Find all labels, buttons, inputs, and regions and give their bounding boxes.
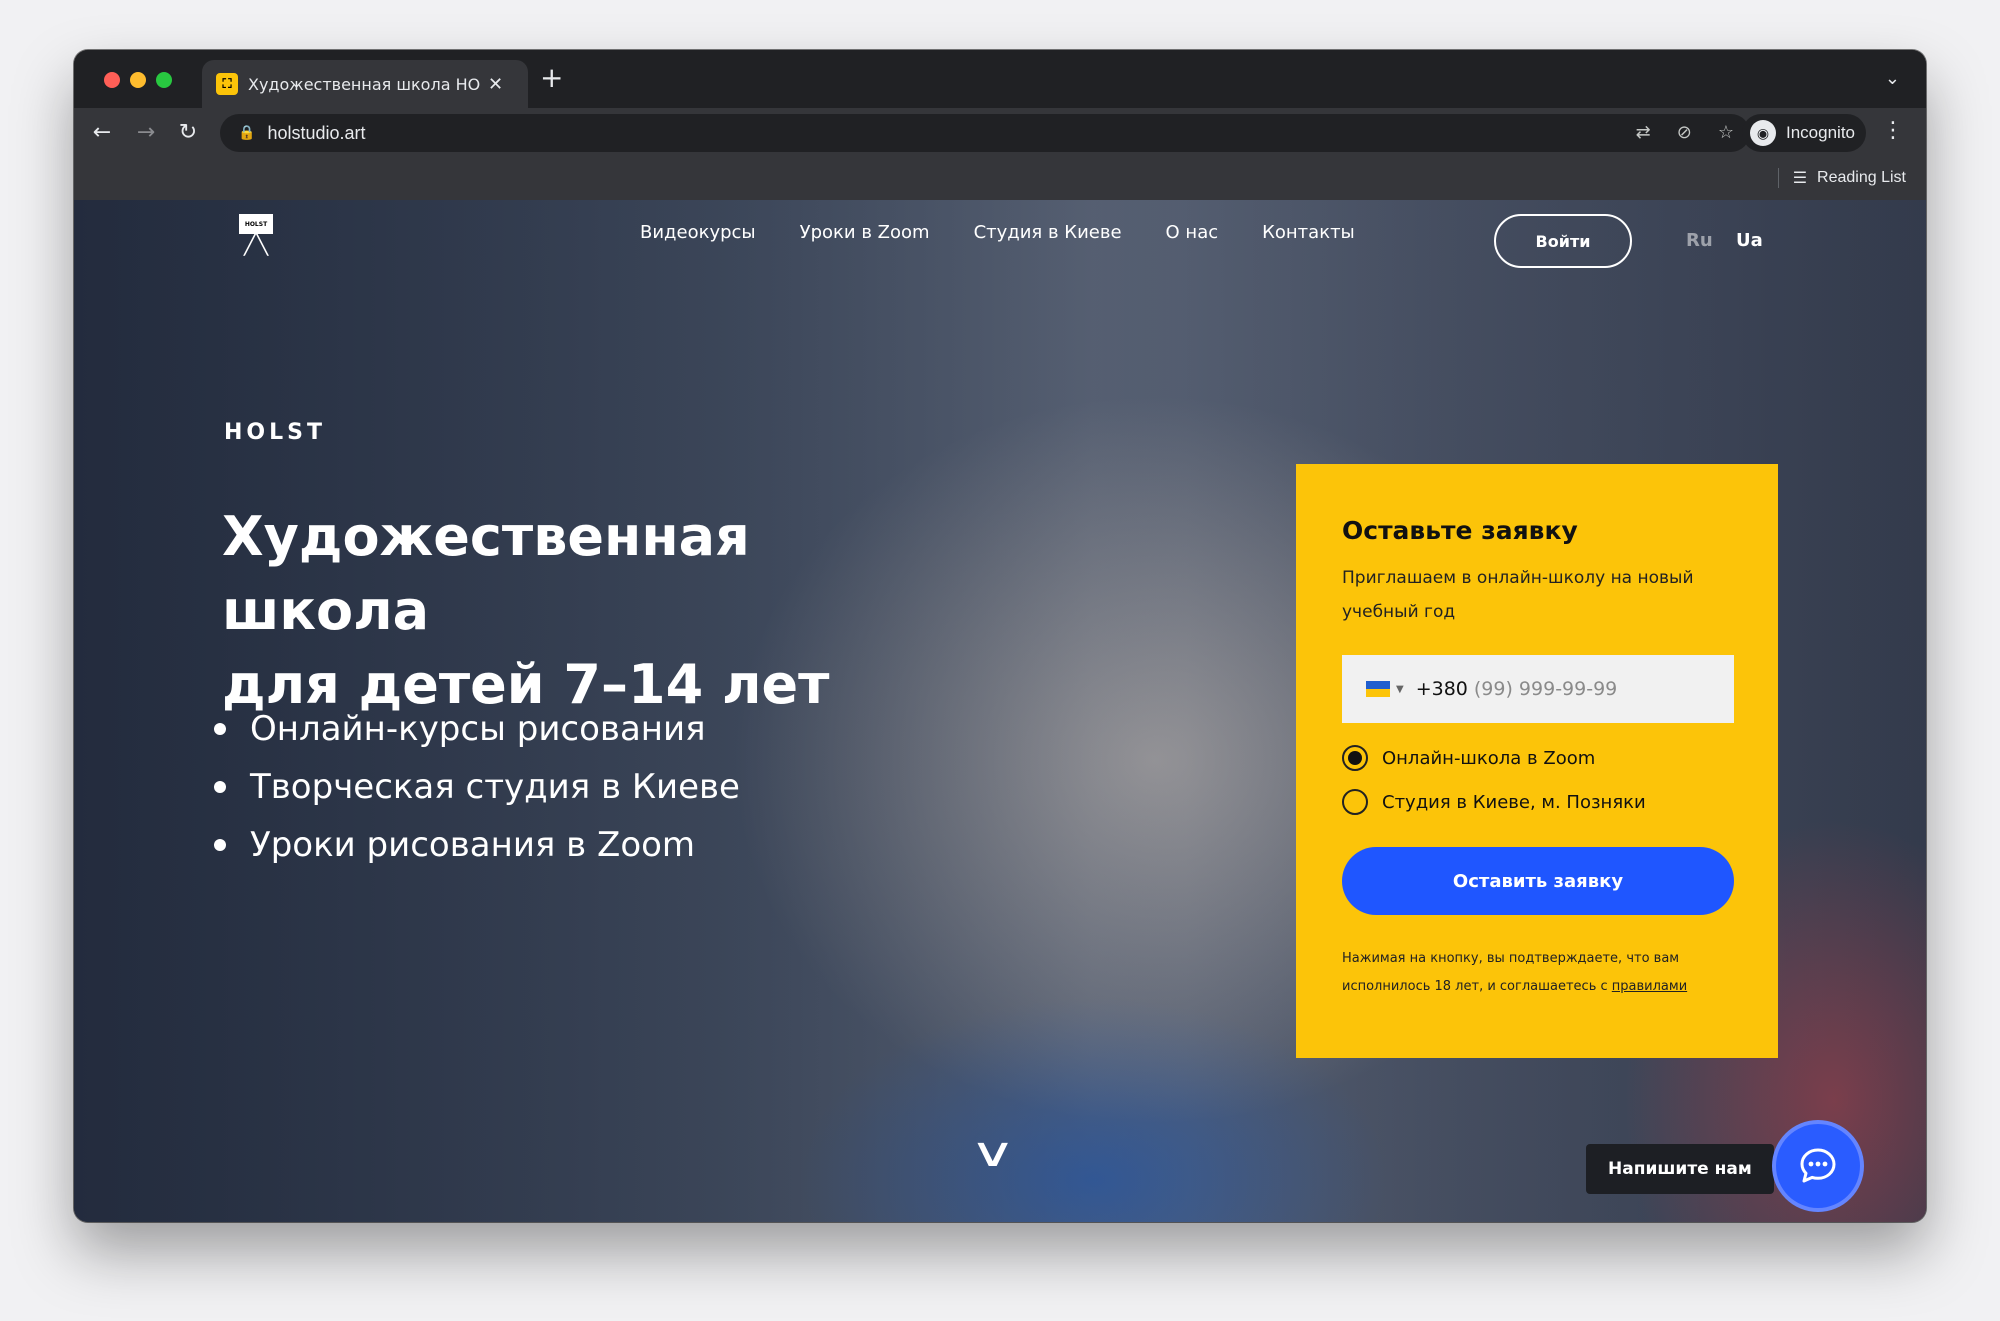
nav-contacts[interactable]: Контакты — [1262, 222, 1355, 243]
minimize-window-button[interactable] — [130, 72, 146, 88]
chat-button[interactable] — [1772, 1120, 1864, 1212]
reading-list-label: Reading List — [1817, 169, 1906, 186]
nav-zoom-lessons[interactable]: Уроки в Zoom — [800, 222, 930, 243]
incognito-icon: ◉ — [1750, 120, 1776, 146]
close-tab-icon[interactable]: ✕ — [488, 74, 503, 95]
incognito-label: Incognito — [1786, 123, 1855, 142]
logo-easel-board: HOLST — [239, 214, 273, 234]
feature-item: Онлайн-курсы рисования — [214, 700, 740, 758]
phone-country-code: +380 — [1415, 678, 1468, 700]
login-button[interactable]: Войти — [1494, 214, 1632, 268]
chevron-down-icon[interactable]: ∨ — [969, 1130, 1016, 1176]
easel-icon: ⛶ — [216, 73, 238, 95]
translate-icon[interactable]: ⇄ — [1636, 122, 1651, 143]
option-zoom-school[interactable]: Онлайн-школа в Zoom — [1342, 745, 1732, 771]
ukraine-flag-icon[interactable] — [1366, 681, 1390, 697]
easel-icon: ╱╲ — [243, 232, 269, 256]
browser-tab[interactable]: ⛶ Художественная школа HOLST ✕ — [202, 60, 528, 108]
more-menu-icon[interactable]: ⋮ — [1882, 118, 1904, 143]
lock-icon[interactable]: 🔒 — [238, 125, 255, 141]
eye-off-icon[interactable]: ⊘ — [1677, 122, 1692, 143]
url-text[interactable]: holstudio.art — [267, 123, 365, 144]
feature-text: Уроки рисования в Zoom — [250, 825, 696, 865]
site-nav: Видеокурсы Уроки в Zoom Студия в Киеве О… — [640, 222, 1355, 243]
nav-video-courses[interactable]: Видеокурсы — [640, 222, 756, 243]
feature-item: Уроки рисования в Zoom — [214, 816, 740, 874]
bullet-icon — [214, 723, 226, 735]
nav-about[interactable]: О нас — [1166, 222, 1219, 243]
back-icon[interactable]: ← — [88, 119, 116, 147]
omnibox-actions: ⇄ ⊘ ☆ — [1636, 122, 1734, 143]
maximize-window-button[interactable] — [156, 72, 172, 88]
chat-bubble-icon — [1800, 1148, 1836, 1183]
reading-list-button[interactable]: ☰ Reading List — [1777, 168, 1906, 188]
web-page: HOLST ╱╲ Видеокурсы Уроки в Zoom Студия … — [74, 200, 1926, 1222]
consent-text: Нажимая на кнопку, вы подтверждаете, что… — [1342, 945, 1742, 1001]
star-icon[interactable]: ☆ — [1718, 122, 1734, 143]
new-tab-icon[interactable]: + — [540, 64, 563, 92]
bullet-icon — [214, 781, 226, 793]
hero-title: Художественная школа для детей 7–14 лет — [222, 500, 942, 722]
phone-field[interactable]: ▼ +380 — [1342, 655, 1734, 723]
address-bar[interactable]: 🔒 holstudio.art ⇄ ⊘ ☆ — [220, 114, 1750, 152]
tab-strip: ⛶ Художественная школа HOLST ✕ + ⌄ — [74, 50, 1926, 108]
phone-input[interactable] — [1473, 678, 1674, 700]
feature-text: Онлайн-курсы рисования — [250, 709, 706, 749]
lang-ua-link[interactable]: Ua — [1736, 230, 1763, 251]
option-kyiv-studio[interactable]: Студия в Киеве, м. Позняки — [1342, 789, 1732, 815]
browser-toolbar: ← → ↻ 🔒 holstudio.art ⇄ ⊘ ☆ ◉ Incognito … — [74, 108, 1926, 158]
chat-tooltip[interactable]: Напишите нам — [1586, 1144, 1774, 1194]
radio-label[interactable]: Онлайн-школа в Zoom — [1382, 748, 1595, 769]
bookmarks-bar: ☰ Reading List — [74, 158, 1926, 200]
reading-list-icon: ☰ — [1792, 170, 1808, 187]
incognito-badge[interactable]: ◉ Incognito — [1742, 114, 1866, 152]
nav-kyiv-studio[interactable]: Студия в Киеве — [974, 222, 1122, 243]
feature-item: Творческая студия в Киеве — [214, 758, 740, 816]
caret-down-icon[interactable]: ▼ — [1396, 684, 1404, 695]
reload-icon[interactable]: ↻ — [174, 119, 202, 147]
radio-selected[interactable] — [1342, 745, 1368, 771]
tab-search-icon[interactable]: ⌄ — [1885, 68, 1900, 89]
browser-window: ⛶ Художественная школа HOLST ✕ + ⌄ ← → ↻… — [74, 50, 1926, 1222]
bullet-icon — [214, 839, 226, 851]
rules-link[interactable]: правилами — [1612, 979, 1687, 994]
lang-ru-link[interactable]: Ru — [1686, 230, 1713, 251]
feature-list: Онлайн-курсы рисования Творческая студия… — [214, 700, 740, 874]
hero-title-line1: Художественная школа — [222, 505, 750, 642]
feature-text: Творческая студия в Киеве — [250, 767, 740, 807]
submit-application-button[interactable]: Оставить заявку — [1342, 847, 1734, 915]
radio-label[interactable]: Студия в Киеве, м. Позняки — [1382, 792, 1646, 813]
forward-icon[interactable]: → — [132, 119, 160, 147]
brand-label: HOLST — [224, 420, 326, 445]
site-logo[interactable]: HOLST ╱╲ — [238, 214, 274, 258]
tab-title: Художественная школа HOLST — [248, 74, 480, 94]
form-subtitle: Приглашаем в онлайн-школу на новый учебн… — [1342, 568, 1694, 622]
application-form: Оставьте заявку Приглашаем в онлайн-школ… — [1296, 464, 1778, 1058]
close-window-button[interactable] — [104, 72, 120, 88]
radio-unselected[interactable] — [1342, 789, 1368, 815]
form-title: Оставьте заявку — [1342, 516, 1578, 545]
